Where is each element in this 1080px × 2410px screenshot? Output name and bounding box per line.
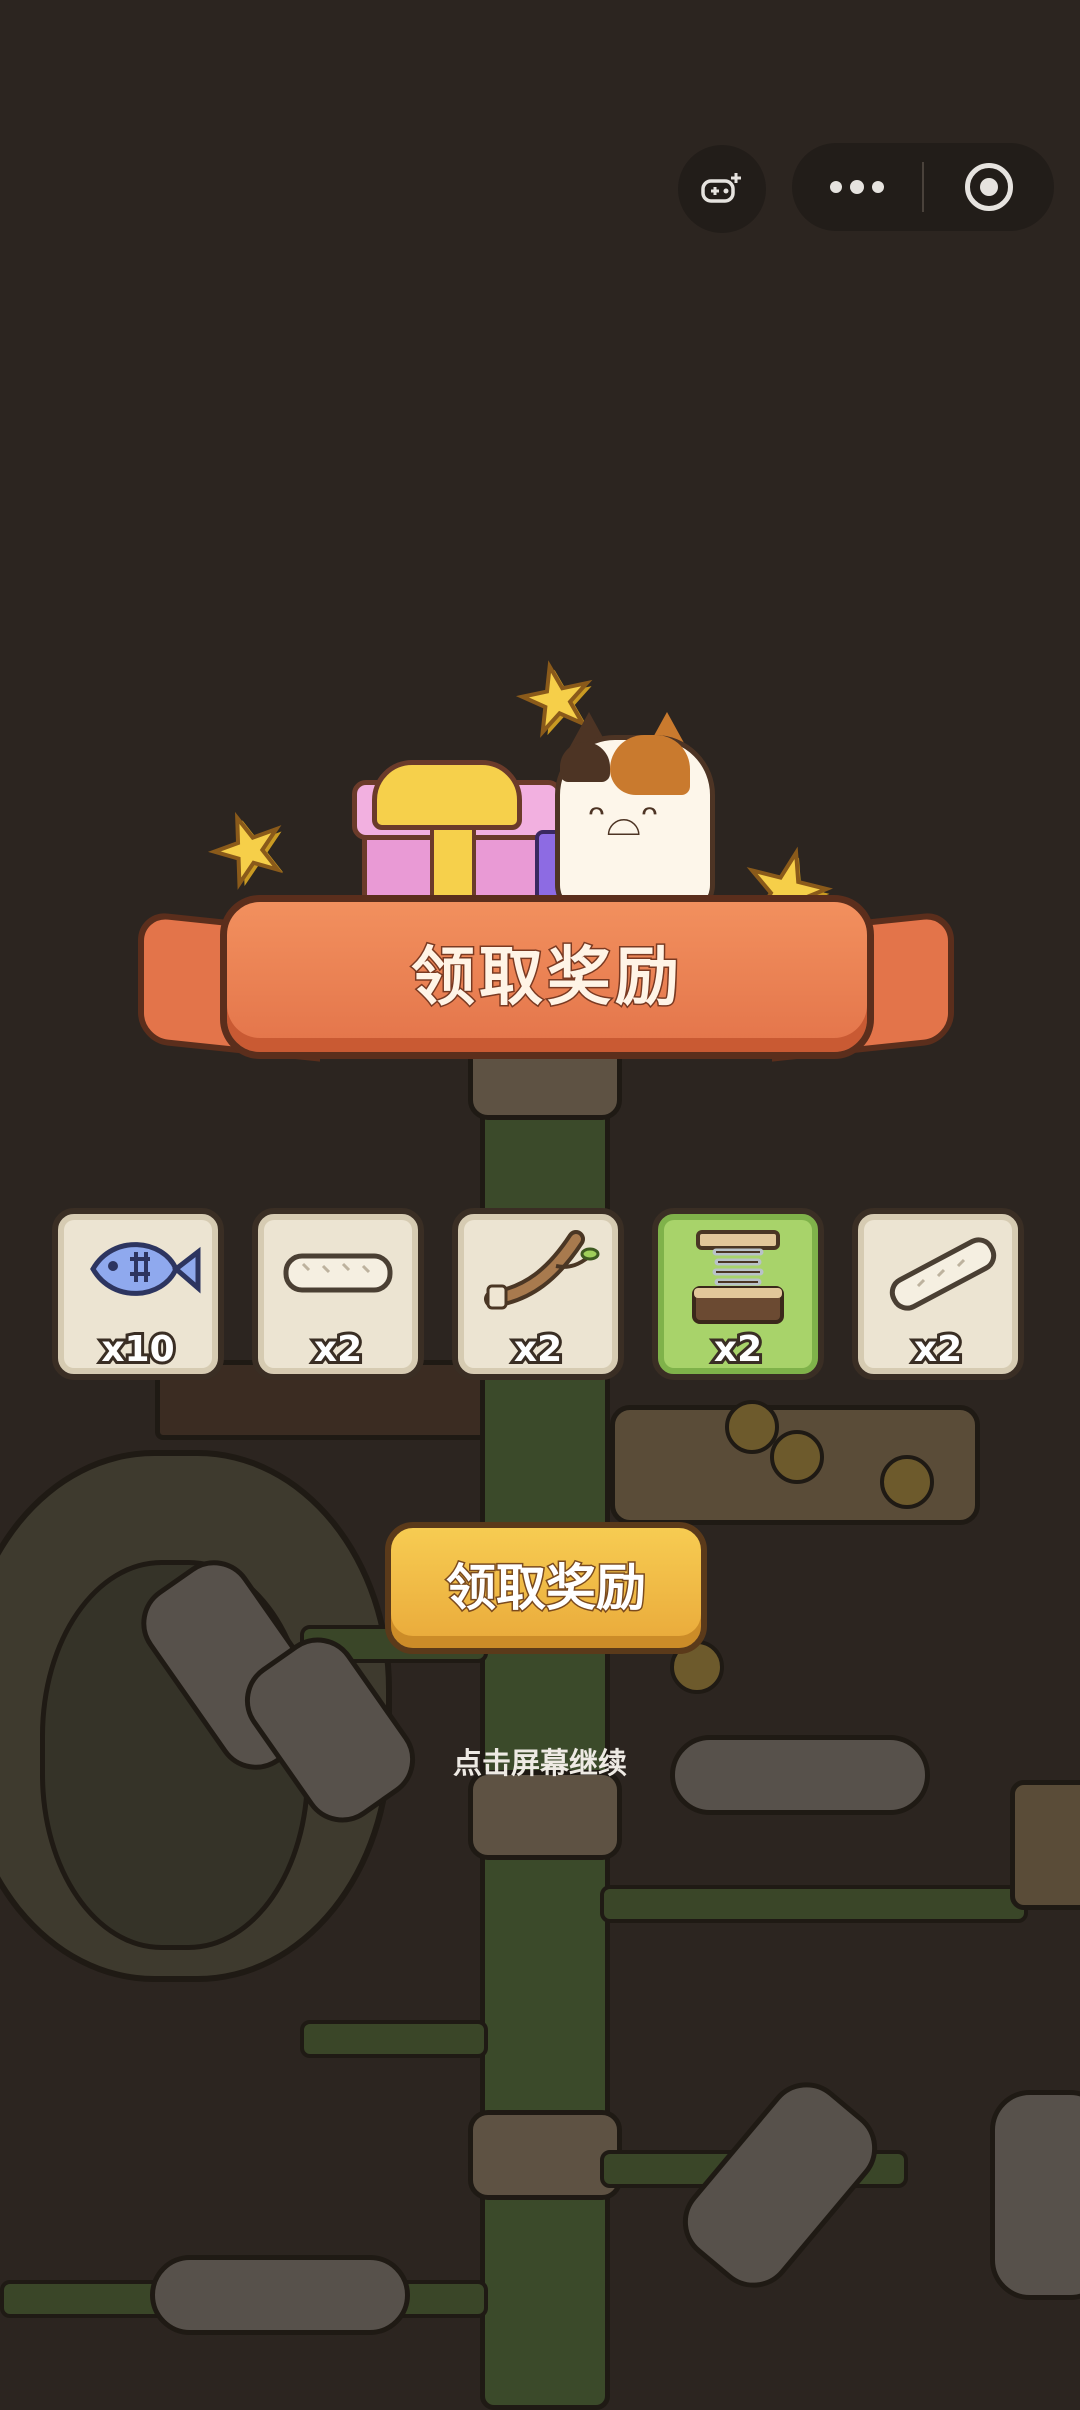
game-controller-icon [701,173,741,203]
tap-to-continue-hint[interactable]: 点击屏幕继续 [0,1740,1080,1782]
coin [880,1455,934,1509]
sisal-log-icon [283,1253,393,1293]
item-count: x2 [511,1326,565,1373]
claim-reward-label: 领取奖励 [445,1558,648,1619]
sisal-pad [990,2090,1080,2300]
spring-platform-icon [692,1230,784,1324]
reward-item: x2 [452,1208,624,1380]
item-count: x10 [98,1326,177,1373]
coin [770,1430,824,1484]
reward-item-list: x10 x2 x2 x2 x2 [52,1208,1032,1380]
item-count: x2 [311,1326,365,1373]
game-controller-button[interactable] [678,145,766,233]
coin [725,1400,779,1454]
fish-icon [90,1242,201,1296]
gift-bow [372,760,522,830]
reward-item-highlighted: x2 [652,1208,824,1380]
game-scene-background [0,0,1080,2410]
cat-face-icon: ᵔ⌓ᵔ [588,795,660,846]
reward-item: x10 [52,1208,224,1380]
sisal-pad [150,2255,410,2335]
branch [600,1885,1028,1923]
reward-banner: 领取奖励 [220,895,874,1059]
rope-wrap [468,1770,622,1860]
cat-patch [610,735,690,795]
target-circle-icon [965,163,1013,211]
rope-wrap [468,2110,622,2200]
branch [300,2020,488,2058]
item-count: x2 [911,1326,965,1373]
item-count: x2 [711,1326,765,1373]
more-dots-icon [830,181,842,193]
sisal-stick-icon [889,1237,997,1311]
close-miniprogram-button[interactable] [924,143,1054,231]
nest-edge [1010,1780,1080,1910]
miniprogram-capsule [792,143,1054,231]
more-menu-button[interactable] [792,143,922,231]
reward-item: x2 [852,1208,1024,1380]
banner-title: 领取奖励 [410,940,683,1017]
claim-reward-button[interactable]: 领取奖励 [385,1522,707,1654]
reward-item: x2 [252,1208,424,1380]
branch-icon [484,1230,600,1310]
